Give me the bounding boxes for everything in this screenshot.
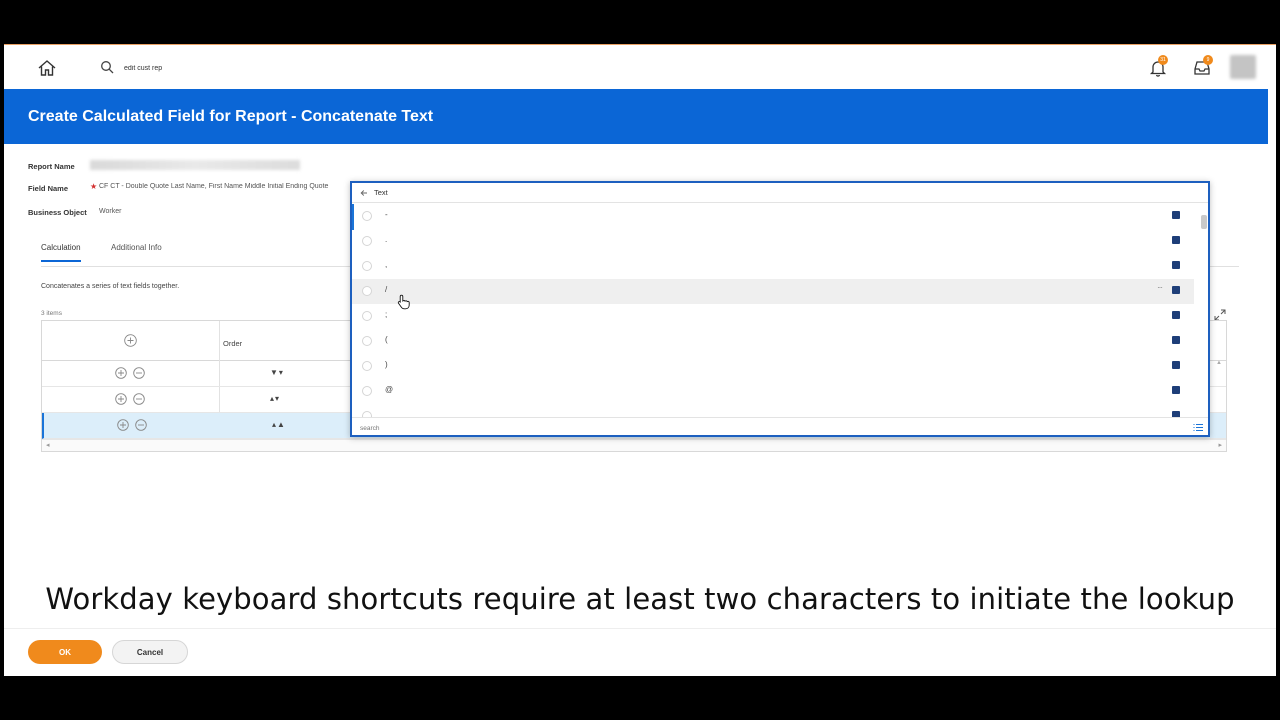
prompt-header: Text xyxy=(352,183,1208,203)
business-object-value: Worker xyxy=(99,208,122,215)
top-navigation: 31 9 xyxy=(4,44,1276,90)
related-actions-icon[interactable] xyxy=(1172,361,1180,369)
option-label: , xyxy=(385,260,388,269)
prompt-option[interactable]: ; xyxy=(352,304,1194,329)
related-actions-icon[interactable] xyxy=(1172,336,1180,344)
remove-row-icon[interactable] xyxy=(135,419,147,431)
prompt-search-bar xyxy=(352,417,1208,437)
add-row-icon[interactable] xyxy=(115,393,127,405)
remove-row-icon[interactable] xyxy=(133,367,145,379)
prompt-option-list: - . , / ··· ; () @ xyxy=(352,204,1208,417)
report-name-value xyxy=(90,160,300,170)
prompt-option[interactable]: ) xyxy=(352,354,1194,379)
notifications-badge: 31 xyxy=(1158,55,1168,65)
search-icon xyxy=(101,61,114,74)
prompt-search-input[interactable] xyxy=(360,422,1140,434)
option-radio[interactable] xyxy=(362,336,372,346)
calculation-description: Concatenates a series of text fields tog… xyxy=(41,283,180,290)
option-label: @ xyxy=(385,385,394,394)
user-avatar[interactable] xyxy=(1230,55,1256,79)
list-view-icon[interactable] xyxy=(1193,423,1203,432)
inbox-badge: 9 xyxy=(1203,55,1213,65)
items-count: 3 items xyxy=(41,310,62,317)
more-options-icon[interactable]: ··· xyxy=(1157,283,1163,292)
required-star: ★ xyxy=(90,182,98,191)
option-label: ( xyxy=(385,335,388,344)
scroll-left-icon[interactable]: ◂ xyxy=(46,441,50,449)
option-label: / xyxy=(385,285,388,294)
business-object-label: Business Object xyxy=(28,208,87,217)
cancel-button[interactable]: Cancel xyxy=(112,640,188,664)
prompt-option[interactable]: , xyxy=(352,254,1194,279)
field-name-label: Field Name xyxy=(28,184,69,193)
order-arrows[interactable]: ▼▾ xyxy=(270,368,284,377)
prompt-option[interactable]: @ xyxy=(352,379,1194,404)
option-label: . xyxy=(385,235,388,244)
option-label: ; xyxy=(385,310,388,319)
related-actions-icon[interactable] xyxy=(1172,236,1180,244)
ok-button[interactable]: OK xyxy=(28,640,102,664)
tab-additional-info[interactable]: Additional Info xyxy=(111,243,162,252)
prompt-title: Text xyxy=(374,188,388,197)
add-row-icon[interactable] xyxy=(115,367,127,379)
related-actions-icon[interactable] xyxy=(1172,386,1180,394)
prompt-option[interactable]: ( xyxy=(352,329,1194,354)
option-label: ) xyxy=(385,360,388,369)
text-prompt-dropdown: Text - . , / ··· ; () @ search xyxy=(350,181,1210,437)
home-icon[interactable] xyxy=(37,58,57,78)
option-radio[interactable] xyxy=(362,386,372,396)
related-actions-icon[interactable] xyxy=(1172,261,1180,269)
video-frame: 31 9 Create Calculated Field for Report … xyxy=(0,0,1280,720)
related-actions-icon[interactable] xyxy=(1172,286,1180,294)
back-arrow-icon[interactable] xyxy=(360,189,368,197)
page-title: Create Calculated Field for Report - Con… xyxy=(28,108,434,125)
page-header: Create Calculated Field for Report - Con… xyxy=(4,89,1268,144)
order-arrows[interactable]: ▴▾ xyxy=(270,394,280,403)
search-input[interactable] xyxy=(124,60,344,76)
add-row-icon[interactable] xyxy=(124,334,137,347)
footer-divider xyxy=(4,628,1276,629)
prompt-option-partial[interactable] xyxy=(352,404,1194,417)
option-radio[interactable] xyxy=(362,286,372,296)
prompt-scrollbar[interactable] xyxy=(1200,211,1208,413)
related-actions-icon[interactable] xyxy=(1172,211,1180,219)
option-radio[interactable] xyxy=(362,236,372,246)
related-actions-icon[interactable] xyxy=(1172,311,1180,319)
hand-cursor-icon xyxy=(397,294,410,310)
remove-row-icon[interactable] xyxy=(133,393,145,405)
report-name-label: Report Name xyxy=(28,162,75,171)
option-label: - xyxy=(385,210,388,219)
option-radio[interactable] xyxy=(362,211,372,221)
order-column-header: Order xyxy=(223,339,243,348)
prompt-option[interactable]: . xyxy=(352,229,1194,254)
option-radio[interactable] xyxy=(362,361,372,371)
add-row-icon[interactable] xyxy=(117,419,129,431)
option-radio[interactable] xyxy=(362,261,372,271)
tab-calculation[interactable]: Calculation xyxy=(41,243,81,262)
prompt-option-hovered[interactable]: / ··· xyxy=(352,279,1194,304)
global-search[interactable] xyxy=(100,57,360,79)
option-radio[interactable] xyxy=(362,311,372,321)
prompt-option[interactable]: - xyxy=(352,204,1194,229)
scroll-up-icon[interactable]: ▲ xyxy=(1216,360,1222,366)
scroll-right-icon[interactable]: ▸ xyxy=(1218,441,1222,449)
grid-horizontal-scrollbar[interactable]: ◂ ▸ xyxy=(42,439,1226,451)
order-arrows[interactable]: ▴▲ xyxy=(272,420,286,429)
field-name-value[interactable]: CF CT - Double Quote Last Name, First Na… xyxy=(99,183,349,190)
prompt-scroll-thumb[interactable] xyxy=(1201,215,1207,229)
video-caption: Workday keyboard shortcuts require at le… xyxy=(45,582,1235,616)
